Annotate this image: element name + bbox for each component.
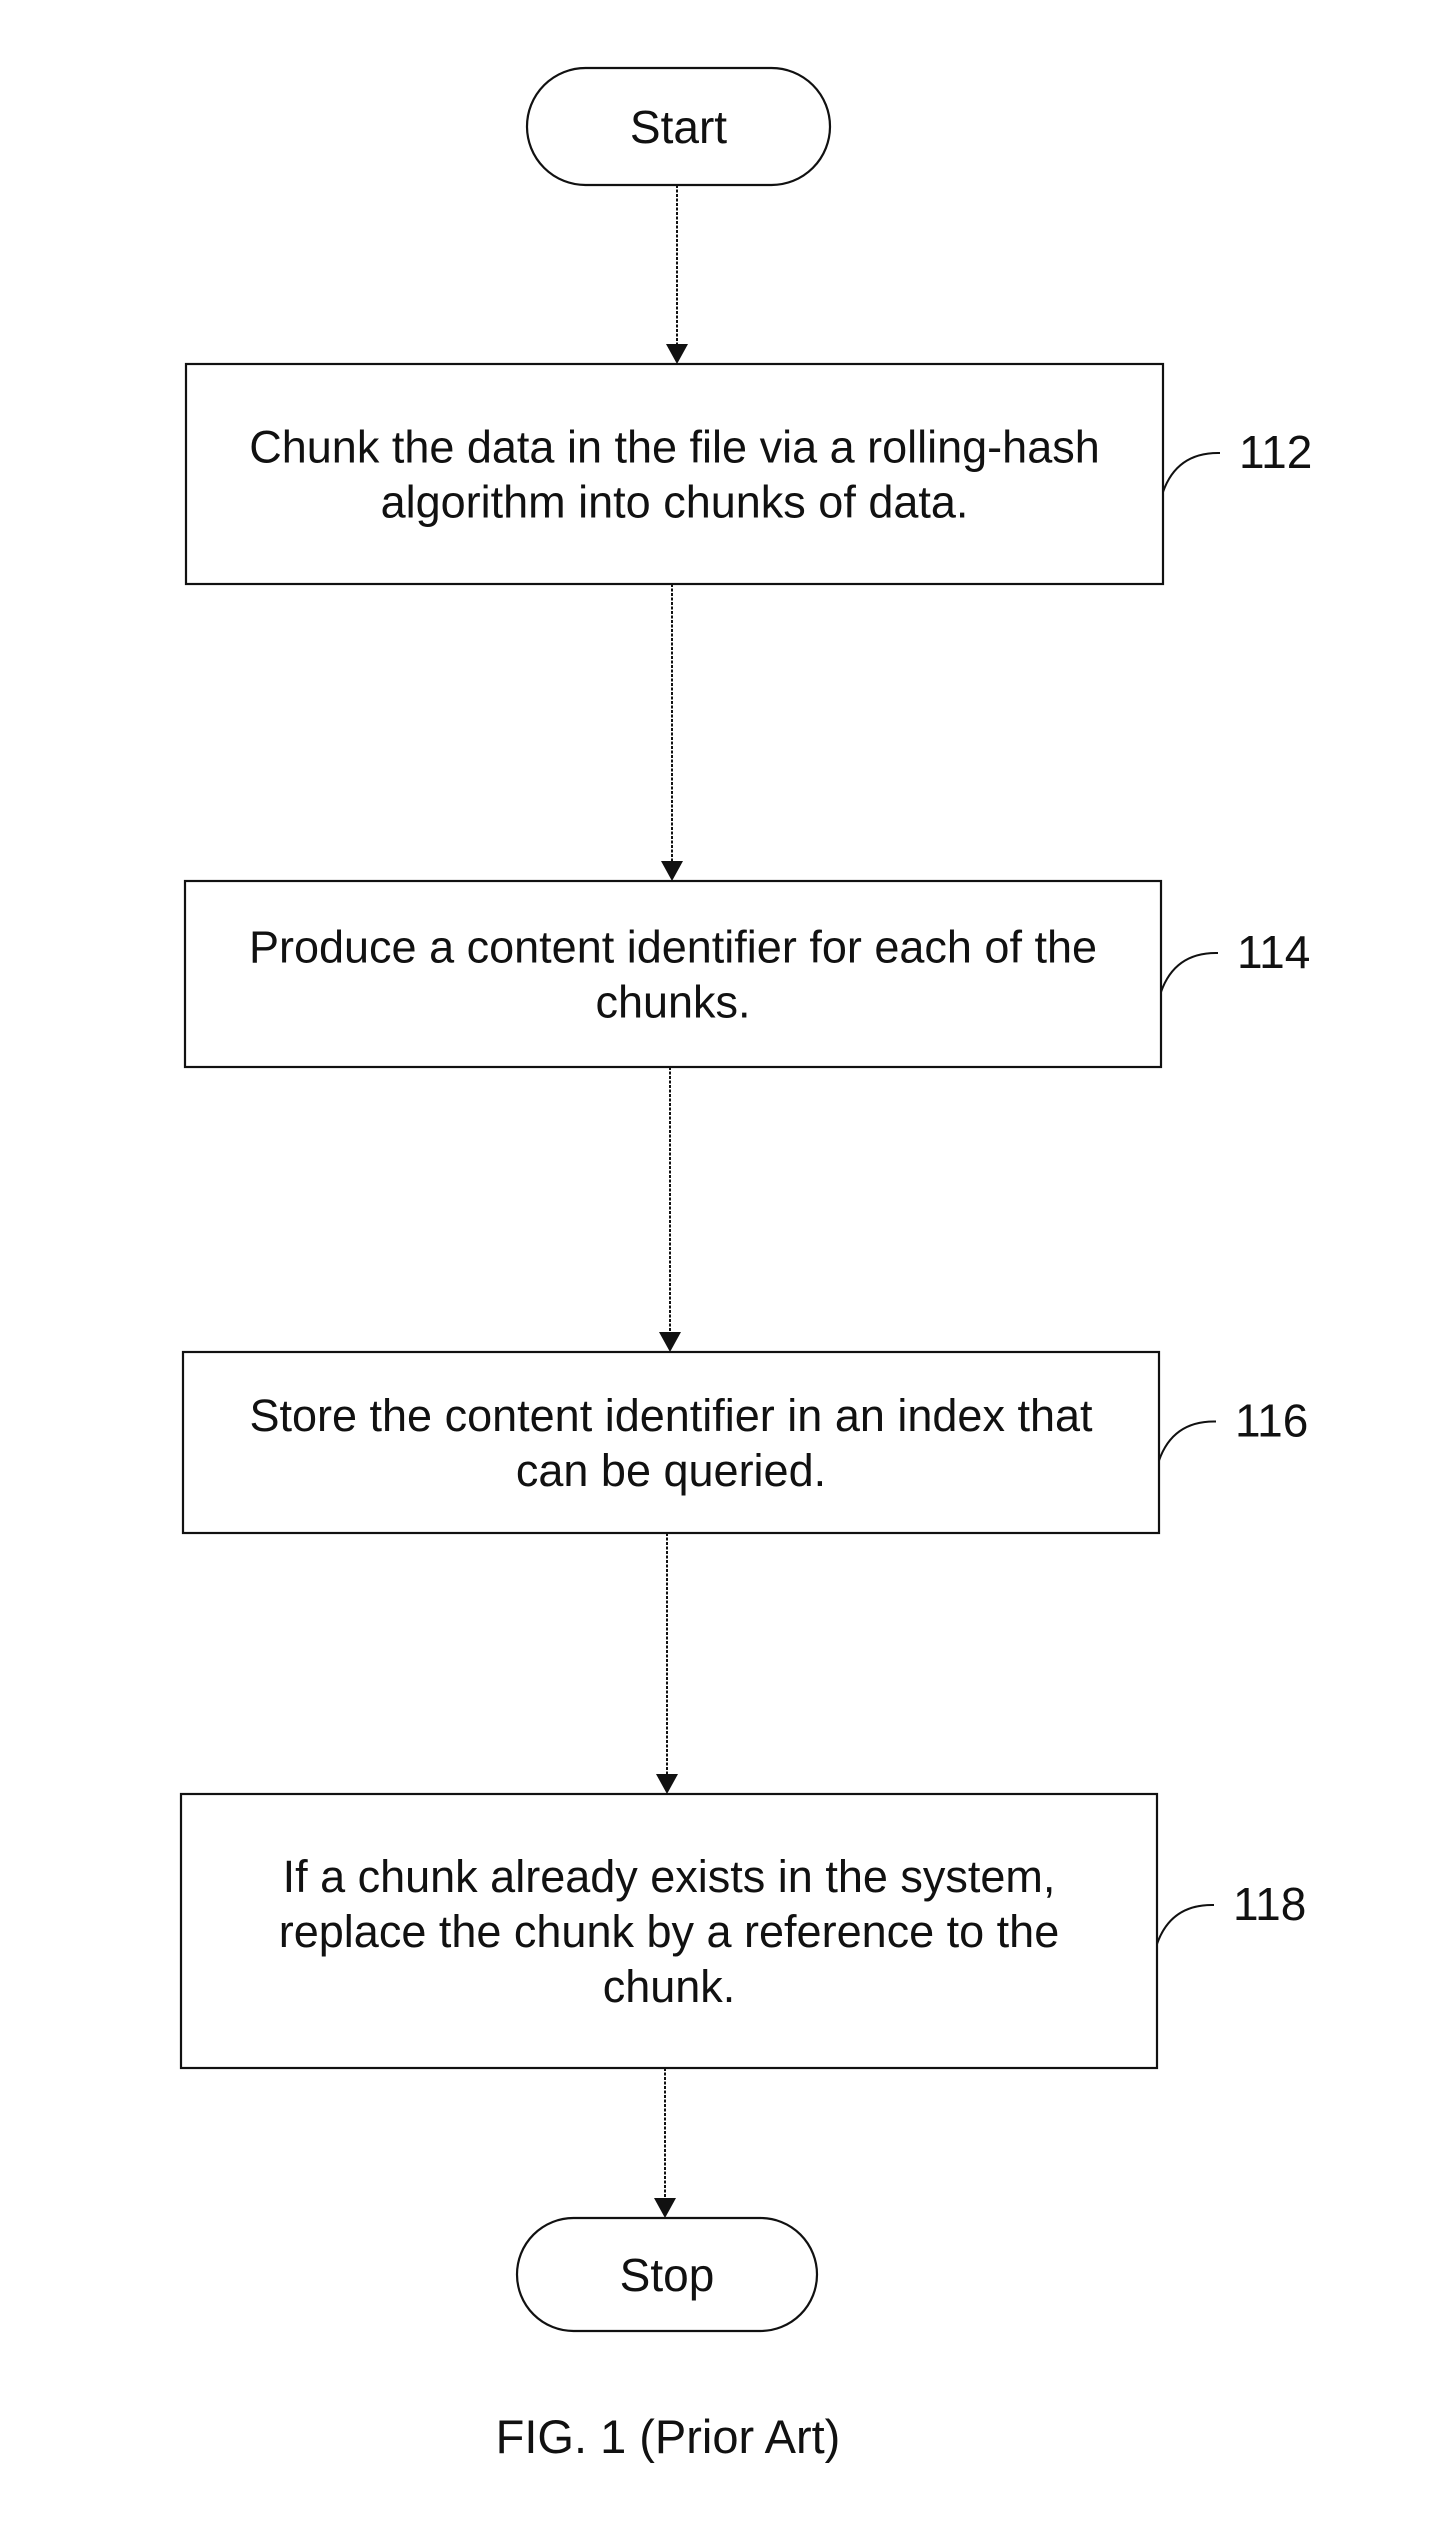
leader-line: [1162, 451, 1221, 493]
edge-step-116-to-step-118: [656, 1533, 678, 1794]
process-box: [184, 362, 1165, 586]
node-step-118: If a chunk already exists in the system,…: [179, 1792, 1159, 2070]
leader-line: [1160, 951, 1219, 993]
node-stop: Stop: [515, 2216, 819, 2333]
step-text-line: chunk.: [603, 1961, 736, 2012]
edge-start-to-step-112: [666, 185, 688, 364]
step-text-line: Store the content identifier in an index…: [249, 1390, 1093, 1441]
arrowhead-icon: [666, 344, 688, 364]
arrowhead-icon: [661, 861, 683, 881]
step-text-line: replace the chunk by a reference to the: [279, 1906, 1060, 1957]
reference-numeral-114: 114: [1237, 926, 1310, 978]
flowchart: Start Chunk the data in the file via a ro…: [179, 66, 1312, 2463]
leader-line: [1158, 1420, 1217, 1461]
edge-step-118-to-stop: [654, 2068, 676, 2218]
arrowhead-icon: [654, 2198, 676, 2218]
arrowhead-icon: [659, 1332, 681, 1352]
reference-numeral-112: 112: [1239, 426, 1312, 478]
node-step-114: Produce a content identifier for each of…: [183, 879, 1163, 1069]
step-text-line: chunks.: [595, 977, 750, 1028]
reference-numeral-118: 118: [1233, 1878, 1306, 1930]
edge-step-112-to-step-114: [661, 584, 683, 881]
step-text-line: If a chunk already exists in the system,: [283, 1851, 1056, 1902]
terminal-label: Stop: [620, 2249, 715, 2301]
reference-numeral-116: 116: [1235, 1395, 1308, 1447]
node-step-112: Chunk the data in the file via a rolling…: [184, 362, 1165, 586]
leader-line: [1156, 1903, 1215, 1945]
nodes-layer: Start Chunk the data in the file via a ro…: [179, 66, 1165, 2333]
reference-labels-layer: 112 114 116 118: [1156, 426, 1312, 1945]
step-text-line: Chunk the data in the file via a rolling…: [249, 422, 1100, 473]
node-start: Start: [525, 66, 832, 187]
step-text-line: Produce a content identifier for each of…: [249, 922, 1097, 973]
step-text-line: algorithm into chunks of data.: [381, 477, 969, 528]
process-box: [183, 879, 1163, 1069]
edge-step-114-to-step-116: [659, 1067, 681, 1352]
step-text-line: can be queried.: [516, 1445, 826, 1496]
node-step-116: Store the content identifier in an index…: [181, 1350, 1161, 1535]
arrowhead-icon: [656, 1774, 678, 1794]
figure-caption: FIG. 1 (Prior Art): [496, 2410, 841, 2463]
process-box: [181, 1350, 1161, 1535]
terminal-label: Start: [630, 101, 727, 153]
